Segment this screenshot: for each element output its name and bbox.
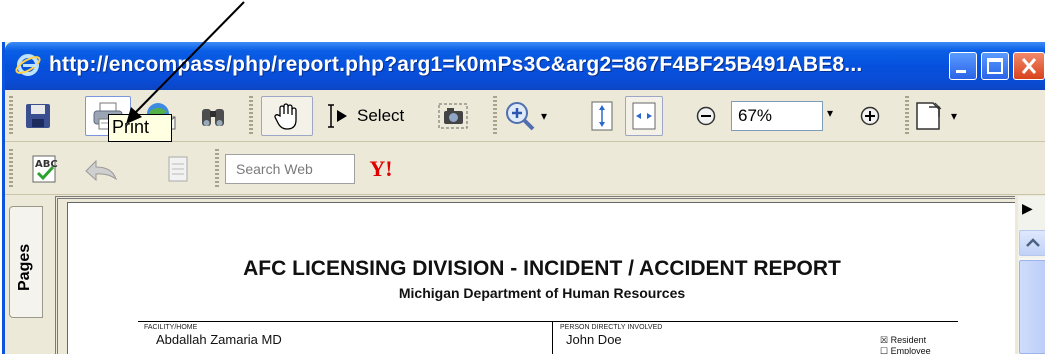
chevron-down-icon[interactable]: ▾ <box>951 109 957 123</box>
yahoo-button[interactable]: Y! <box>361 149 401 189</box>
copy-button[interactable] <box>163 149 193 189</box>
close-icon <box>1021 58 1037 74</box>
document-page: AFC LICENSING DIVISION - INCIDENT / ACCI… <box>67 202 1015 354</box>
hand-icon <box>274 103 297 130</box>
toolbar-grip[interactable] <box>9 96 13 136</box>
page-layout-icon <box>916 102 942 130</box>
zoom-in-icon <box>506 102 535 131</box>
zoom-in-button[interactable] <box>855 96 885 136</box>
facility-label: FACILITY/HOME <box>144 324 198 331</box>
save-button[interactable] <box>17 96 59 136</box>
spellcheck-button[interactable]: ABC <box>25 149 65 189</box>
save-icon <box>26 104 50 128</box>
resident-label: Resident <box>890 335 927 345</box>
ie-icon <box>15 54 41 76</box>
scroll-up-button[interactable] <box>1019 230 1045 256</box>
minimize-button[interactable] <box>949 52 977 80</box>
fit-height-icon <box>591 101 613 131</box>
secondary-toolbar: ABC Search Web Y! <box>5 143 1045 195</box>
zoom-in-tool-button[interactable]: ▾ <box>503 96 571 136</box>
page-layout-button[interactable]: ▾ <box>913 96 977 136</box>
triangle-right-icon[interactable]: ▶ <box>1022 200 1033 217</box>
chevron-up-icon <box>1026 238 1040 247</box>
title-bar: http://encompass/php/report.php?arg1=k0m… <box>5 42 1045 90</box>
pages-tab-label: Pages <box>16 243 33 291</box>
toolbar-grip[interactable] <box>9 149 13 189</box>
browser-window: http://encompass/php/report.php?arg1=k0m… <box>2 42 1045 354</box>
toolbar-grip[interactable] <box>249 96 253 136</box>
report-subtitle: Michigan Department of Human Resources <box>398 285 686 301</box>
maximize-icon <box>987 58 1003 74</box>
maximize-button[interactable] <box>981 52 1009 80</box>
facility-value: Abdallah Zamaria MD <box>156 332 282 347</box>
checked-box-icon: ☒ <box>880 335 889 345</box>
divider <box>552 321 553 354</box>
close-button[interactable] <box>1013 52 1045 80</box>
toolbar-grip[interactable] <box>215 149 219 189</box>
yahoo-logo: Y! <box>369 156 393 181</box>
toolbar-grip[interactable] <box>905 96 909 136</box>
search-web-input[interactable]: Search Web <box>225 154 355 184</box>
reply-button[interactable] <box>77 149 127 189</box>
scroll-thumb[interactable] <box>1019 260 1045 354</box>
minus-circle-icon <box>696 106 716 126</box>
binoculars-icon <box>202 109 224 126</box>
divider <box>138 321 958 322</box>
resident-checkbox: ☒ Resident <box>880 335 926 346</box>
spellcheck-icon: ABC <box>32 155 58 183</box>
unchecked-box-icon: ☐ <box>880 346 889 354</box>
select-label: Select <box>357 106 405 125</box>
svg-text:ABC: ABC <box>35 159 58 170</box>
employee-checkbox: ☐ Employee <box>880 346 931 354</box>
zoom-input[interactable]: 67% <box>731 101 823 131</box>
person-value: John Doe <box>566 332 622 347</box>
fit-height-button[interactable] <box>585 96 619 136</box>
person-label: PERSON DIRECTLY INVOLVED <box>560 324 663 331</box>
zoom-out-button[interactable] <box>691 96 721 136</box>
snapshot-button[interactable] <box>431 96 475 136</box>
minimize-icon <box>956 70 966 73</box>
hand-tool-button[interactable] <box>261 96 313 136</box>
print-tooltip: Print <box>108 114 172 142</box>
find-button[interactable] <box>193 96 233 136</box>
document-viewer: Pages AFC LICENSING DIVISION - INCIDENT … <box>5 196 1045 354</box>
fit-width-icon <box>632 102 656 130</box>
employee-label: Employee <box>890 346 931 354</box>
reply-arrow-icon <box>85 159 117 182</box>
zoom-dropdown-icon[interactable]: ▾ <box>827 106 833 120</box>
plus-circle-icon <box>860 106 880 126</box>
camera-icon <box>438 103 468 129</box>
select-tool-button[interactable]: Select <box>323 96 427 136</box>
pages-tab[interactable]: Pages <box>9 206 43 318</box>
chevron-down-icon[interactable]: ▾ <box>541 109 547 123</box>
toolbar-grip[interactable] <box>493 96 497 136</box>
fit-width-button[interactable] <box>625 96 663 136</box>
text-cursor-icon <box>328 104 347 128</box>
window-title: http://encompass/php/report.php?arg1=k0m… <box>49 53 863 76</box>
document-icon <box>168 156 188 182</box>
report-title: AFC LICENSING DIVISION - INCIDENT / ACCI… <box>243 257 841 280</box>
